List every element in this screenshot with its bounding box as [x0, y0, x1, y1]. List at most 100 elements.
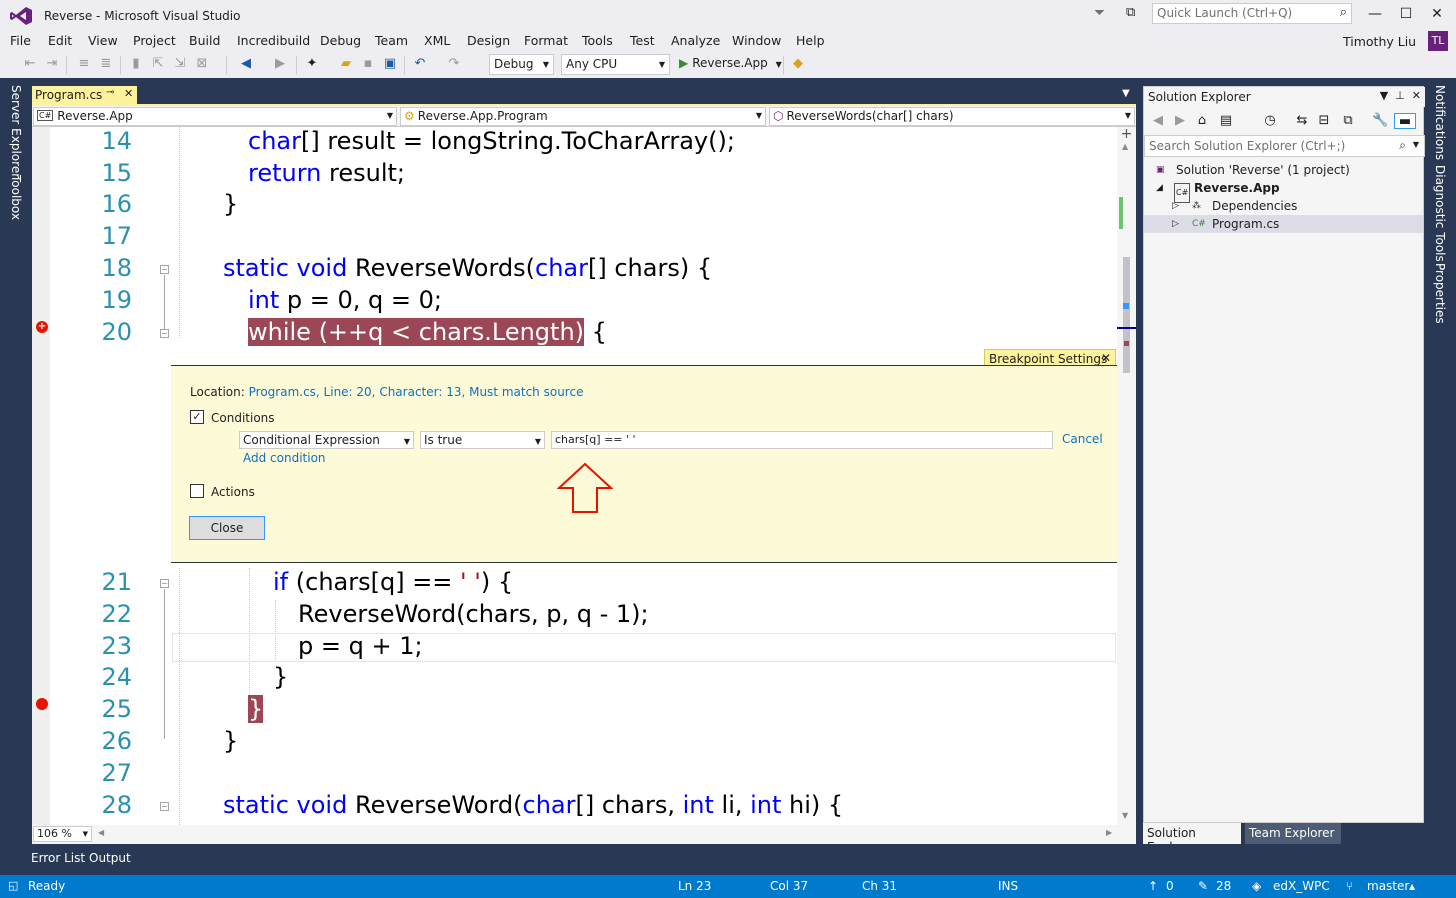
expanded-arrow-icon[interactable]: ◢: [1156, 179, 1163, 197]
new-project-icon[interactable]: ✦: [304, 56, 320, 72]
code-line-20[interactable]: while (++q < chars.Length) {: [248, 318, 607, 346]
type-select[interactable]: ⚙ Reverse.App.Program ▼: [400, 107, 766, 126]
repository-icon[interactable]: ◈: [1252, 879, 1261, 893]
clear-bookmarks-icon[interactable]: ⊠: [194, 56, 210, 72]
condition-operator-select[interactable]: Is true ▼: [420, 431, 545, 449]
next-bookmark-icon[interactable]: ⇲: [172, 56, 188, 72]
undo-icon[interactable]: ↶: [412, 56, 428, 72]
glyph-margin[interactable]: [32, 127, 50, 825]
menu-xml[interactable]: XML: [424, 33, 450, 48]
repository-name[interactable]: edX_WPC: [1273, 879, 1330, 893]
properties-icon[interactable]: 🔧: [1372, 113, 1388, 129]
forward-icon[interactable]: ▶: [1172, 113, 1188, 129]
bookmark-icon[interactable]: ▮: [128, 56, 144, 72]
show-all-files-icon[interactable]: ⧉: [1340, 113, 1356, 129]
conditional-breakpoint-icon[interactable]: +: [36, 321, 48, 333]
menu-debug[interactable]: Debug: [320, 33, 361, 48]
user-name[interactable]: Timothy Liu: [1343, 34, 1416, 49]
save-icon[interactable]: ▪: [360, 56, 376, 72]
menu-window[interactable]: Window: [732, 33, 781, 48]
pencil-icon[interactable]: ✎: [1198, 879, 1208, 893]
scroll-right-icon[interactable]: ▶: [1106, 828, 1112, 837]
condition-expression-input[interactable]: chars[q] == ' ': [551, 431, 1053, 449]
open-file-icon[interactable]: ▰: [338, 56, 354, 72]
breakpoint-icon[interactable]: [36, 698, 48, 710]
code-line-25[interactable]: }: [248, 695, 264, 723]
project-select[interactable]: C# Reverse.App ▼: [33, 107, 397, 126]
diagnostic-tools-tab[interactable]: Diagnostic Tools: [1433, 165, 1447, 262]
sync-icon[interactable]: ⇆: [1294, 113, 1310, 129]
menu-project[interactable]: Project: [133, 33, 176, 48]
code-line-19[interactable]: int p = 0, q = 0;: [248, 286, 442, 314]
member-select[interactable]: ⬡ ReverseWords(char[] chars) ▼: [769, 107, 1135, 126]
tab-solution-explorer[interactable]: Solution Explorer: [1143, 823, 1241, 854]
back-icon[interactable]: ◀: [1150, 113, 1166, 129]
pin-icon[interactable]: ⊸: [106, 87, 114, 98]
close-icon[interactable]: ✕: [1412, 89, 1421, 102]
solution-configuration-select[interactable]: Debug ▼: [489, 54, 554, 75]
split-editor-icon[interactable]: +: [1119, 127, 1134, 141]
redo-icon[interactable]: ↷: [446, 56, 462, 72]
align-left-icon[interactable]: ⇤: [22, 56, 38, 72]
quick-launch-input[interactable]: Quick Launch (Ctrl+Q) ⌕: [1152, 3, 1352, 24]
menu-incredibuild[interactable]: Incredibuild: [237, 33, 310, 48]
scroll-up-icon[interactable]: ▲: [1122, 142, 1128, 151]
solution-explorer-search-input[interactable]: Search Solution Explorer (Ctrl+;) ⌕ ▼: [1144, 135, 1425, 157]
align-center-icon[interactable]: ⇥: [44, 56, 60, 72]
condition-type-select[interactable]: Conditional Expression ▼: [239, 431, 414, 449]
zoom-select[interactable]: 106 % ▼: [33, 826, 92, 842]
tab-team-explorer[interactable]: Team Explorer: [1245, 823, 1341, 844]
uncomment-icon[interactable]: ≣: [98, 56, 114, 72]
save-all-icon[interactable]: ▣: [382, 56, 398, 72]
prev-bookmark-icon[interactable]: ⇱: [150, 56, 166, 72]
collapse-toggle[interactable]: −: [160, 329, 169, 338]
close-button[interactable]: Close: [189, 516, 265, 540]
collapse-toggle[interactable]: −: [160, 802, 169, 811]
add-condition-link[interactable]: Add condition: [243, 451, 326, 465]
tab-output[interactable]: Output: [89, 851, 131, 865]
code-line-21[interactable]: if (chars[q] == ' ') {: [273, 568, 513, 596]
preview-selected-icon[interactable]: ▬: [1394, 113, 1416, 129]
tree-item-project[interactable]: ◢ C# Reverse.App: [1144, 179, 1423, 203]
arrow-up-icon[interactable]: ↑: [1148, 879, 1158, 893]
chevron-down-icon[interactable]: ▼: [1413, 140, 1419, 149]
chevron-up-icon[interactable]: ▲: [1409, 882, 1415, 891]
location-link[interactable]: Program.cs, Line: 20, Character: 13, Mus…: [249, 385, 584, 399]
collapse-toggle[interactable]: −: [160, 265, 169, 274]
code-line-23[interactable]: p = q + 1;: [298, 632, 423, 660]
window-position-icon[interactable]: ▼: [1380, 89, 1388, 102]
menu-view[interactable]: View: [88, 33, 118, 48]
scroll-down-icon[interactable]: ▼: [1122, 811, 1128, 820]
avatar[interactable]: TL: [1428, 31, 1448, 51]
close-icon[interactable]: ✕: [124, 87, 133, 100]
menu-analyze[interactable]: Analyze: [671, 33, 720, 48]
tree-item-program-cs[interactable]: ▷ C# Program.cs: [1144, 215, 1423, 233]
code-line-26[interactable]: }: [223, 727, 238, 755]
document-tab-program-cs[interactable]: Program.cs ⊸ ✕: [32, 86, 137, 105]
menu-build[interactable]: Build: [189, 33, 220, 48]
chevron-down-icon[interactable]: ▼: [1122, 88, 1130, 99]
scroll-thumb[interactable]: [1123, 257, 1130, 373]
collapse-toggle[interactable]: −: [160, 579, 169, 588]
collapsed-arrow-icon[interactable]: ▷: [1172, 197, 1179, 215]
minimize-button[interactable]: —: [1360, 3, 1390, 25]
menu-test[interactable]: Test: [630, 33, 655, 48]
feedback-icon[interactable]: ⧉: [1126, 5, 1142, 21]
menu-help[interactable]: Help: [796, 33, 825, 48]
navigate-back-icon[interactable]: ◀: [238, 56, 254, 72]
unpublished-commits-count[interactable]: 0: [1166, 879, 1174, 893]
menu-design[interactable]: Design: [467, 33, 510, 48]
home-icon[interactable]: ⌂: [1194, 113, 1210, 129]
editor-horizontal-scrollbar[interactable]: 106 % ▼ ◀ ▶: [32, 825, 1136, 844]
code-line-18[interactable]: static void ReverseWords(char[] chars) {: [223, 254, 712, 282]
toolbox-tab[interactable]: Toolbox: [9, 175, 23, 220]
menu-format[interactable]: Format: [524, 33, 568, 48]
server-explorer-tab[interactable]: Server Explorer: [9, 85, 23, 178]
code-line-15[interactable]: return result;: [248, 159, 405, 187]
incredibuild-icon[interactable]: ◆: [790, 56, 806, 72]
tree-item-dependencies[interactable]: ▷ ⁂ Dependencies: [1144, 197, 1423, 215]
comment-out-icon[interactable]: ≡: [76, 56, 92, 72]
conditions-checkbox[interactable]: ✓: [190, 410, 204, 424]
close-window-button[interactable]: ✕: [1422, 3, 1452, 25]
tree-item-solution[interactable]: ▣ Solution 'Reverse' (1 project): [1144, 161, 1423, 179]
